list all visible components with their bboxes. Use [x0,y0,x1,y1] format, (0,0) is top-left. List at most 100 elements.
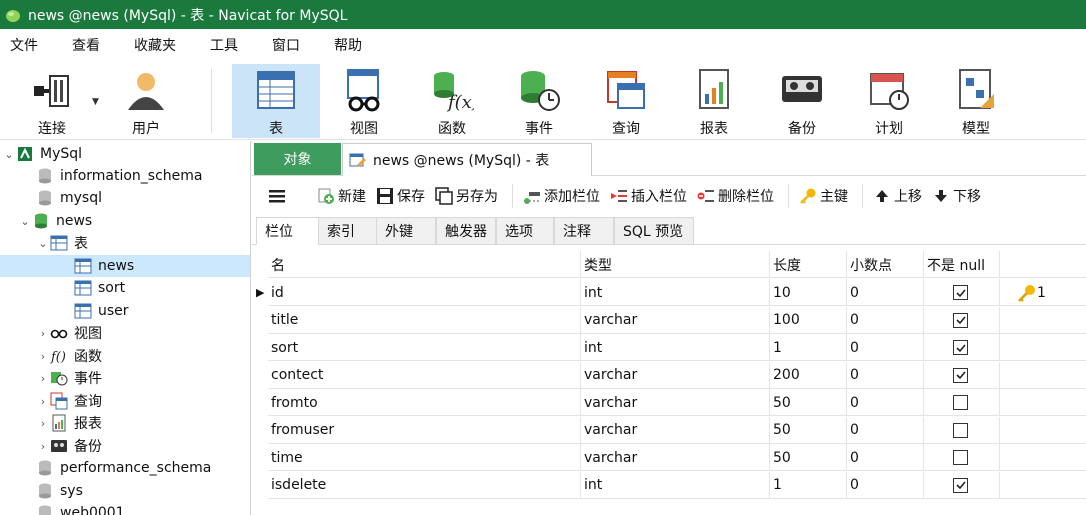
hamburger-menu-icon[interactable] [268,187,289,205]
field-type-cell[interactable]: varchar [581,444,770,471]
collapse-chevron-icon[interactable]: ⌄ [36,237,50,250]
user-button[interactable]: 用户 [102,64,190,138]
tree-table-news[interactable]: news [0,255,250,277]
tab-objects[interactable]: 对象 [254,143,341,175]
tree-db-information-schema[interactable]: information_schema [0,165,250,187]
menu-tools[interactable]: 工具 [200,35,248,55]
add-field-button[interactable]: 添加栏位 [523,186,600,206]
tab-indexes[interactable]: 索引 [318,217,378,245]
field-type-cell[interactable]: int [581,471,770,499]
move-down-button[interactable]: 下移 [932,186,981,206]
not-null-checkbox[interactable] [953,340,968,355]
table-row[interactable]: title varchar 100 0 [268,306,1086,334]
field-decimals-cell[interactable]: 0 [847,416,924,444]
field-name-cell[interactable]: fromto [268,389,581,416]
field-name-cell[interactable]: title [268,306,581,334]
field-length-cell[interactable]: 10 [770,279,847,306]
tree-db-performance-schema[interactable]: performance_schema [0,457,250,479]
menu-favorites[interactable]: 收藏夹 [124,35,186,55]
column-header-length[interactable]: 长度 [770,251,847,278]
menu-file[interactable]: 文件 [0,35,48,55]
table-row[interactable]: time varchar 50 0 [268,444,1086,471]
expand-chevron-icon[interactable]: › [36,395,50,408]
field-type-cell[interactable]: varchar [581,416,770,444]
tree-db-sys[interactable]: sys [0,480,250,502]
field-length-cell[interactable]: 1 [770,471,847,499]
not-null-checkbox[interactable] [953,312,968,328]
tree-table-sort[interactable]: sort [0,277,250,299]
field-name-cell[interactable]: fromuser [268,416,581,444]
field-type-cell[interactable]: varchar [581,361,770,389]
table-button[interactable]: 表 [232,64,320,138]
model-button[interactable]: 模型 [932,64,1020,138]
not-null-checkbox[interactable] [953,422,968,438]
tree-connection-mysql[interactable]: ⌄ MySql [0,143,250,165]
expand-chevron-icon[interactable]: › [36,372,50,385]
tree-group-tables[interactable]: ⌄ 表 [0,232,250,254]
tree-db-mysql[interactable]: mysql [0,187,250,209]
tree-db-news[interactable]: ⌄ news [0,210,250,232]
field-name-cell[interactable]: isdelete [268,471,581,499]
field-name-cell[interactable]: contect [268,361,581,389]
tab-triggers[interactable]: 触发器 [436,217,496,245]
connect-dropdown-icon[interactable]: ▼ [92,97,99,107]
column-header-type[interactable]: 类型 [581,251,770,278]
field-name-cell[interactable]: sort [268,334,581,361]
not-null-checkbox[interactable] [953,285,968,300]
tab-sql-preview[interactable]: SQL 预览 [614,217,694,245]
expand-chevron-icon[interactable]: › [36,327,50,340]
expand-chevron-icon[interactable]: › [36,440,50,453]
field-length-cell[interactable]: 200 [770,361,847,389]
field-name-cell[interactable]: id [268,279,581,306]
field-length-cell[interactable]: 100 [770,306,847,334]
tab-fields[interactable]: 栏位 [256,217,320,245]
event-button[interactable]: 事件 [495,64,583,138]
delete-field-button[interactable]: 删除栏位 [697,186,774,206]
tree-db-web0001[interactable]: web0001 [0,502,250,515]
tree-group-queries[interactable]: › 查询 [0,390,250,412]
query-button[interactable]: 查询 [582,64,670,138]
not-null-checkbox[interactable] [953,450,968,465]
move-up-button[interactable]: 上移 [873,186,922,206]
backup-button[interactable]: 备份 [758,64,846,138]
tab-foreign-keys[interactable]: 外键 [376,217,436,245]
field-decimals-cell[interactable]: 0 [847,444,924,471]
tab-options[interactable]: 选项 [496,217,554,245]
column-header-not-null[interactable]: 不是 null [924,251,1000,278]
tree-group-reports[interactable]: › 报表 [0,412,250,434]
field-decimals-cell[interactable]: 0 [847,279,924,306]
tree-group-views[interactable]: › 视图 [0,322,250,344]
field-decimals-cell[interactable]: 0 [847,471,924,499]
expand-chevron-icon[interactable]: › [36,350,50,363]
save-button[interactable]: 保存 [376,186,425,206]
table-row[interactable]: id int 10 0 1 [268,279,1086,306]
insert-field-button[interactable]: 插入栏位 [610,186,687,206]
table-row[interactable]: fromto varchar 50 0 [268,389,1086,416]
tab-news-table[interactable]: news @news (MySql) - 表 [342,143,592,176]
table-row[interactable]: contect varchar 200 0 [268,361,1086,389]
schedule-button[interactable]: 计划 [845,64,933,138]
tree-group-backups[interactable]: › 备份 [0,435,250,457]
tree-table-user[interactable]: user [0,300,250,322]
collapse-chevron-icon[interactable]: ⌄ [18,215,32,228]
menu-view[interactable]: 查看 [62,35,110,55]
table-row[interactable]: sort int 1 0 [268,334,1086,361]
connect-button[interactable]: 连接 [8,64,96,138]
table-row[interactable]: isdelete int 1 0 [268,471,1086,499]
function-button[interactable]: f(x) 函数 [408,64,496,138]
field-length-cell[interactable]: 50 [770,444,847,471]
column-header-decimals[interactable]: 小数点 [847,251,924,278]
field-type-cell[interactable]: varchar [581,306,770,334]
field-length-cell[interactable]: 1 [770,334,847,361]
save-as-button[interactable]: 另存为 [435,186,498,206]
collapse-chevron-icon[interactable]: ⌄ [2,148,16,161]
menu-window[interactable]: 窗口 [262,35,310,55]
table-row[interactable]: fromuser varchar 50 0 [268,416,1086,444]
field-type-cell[interactable]: int [581,279,770,306]
field-length-cell[interactable]: 50 [770,389,847,416]
menu-help[interactable]: 帮助 [324,35,372,55]
field-decimals-cell[interactable]: 0 [847,389,924,416]
not-null-checkbox[interactable] [953,367,968,383]
view-button[interactable]: 视图 [320,64,408,138]
new-button[interactable]: 新建 [317,186,366,206]
